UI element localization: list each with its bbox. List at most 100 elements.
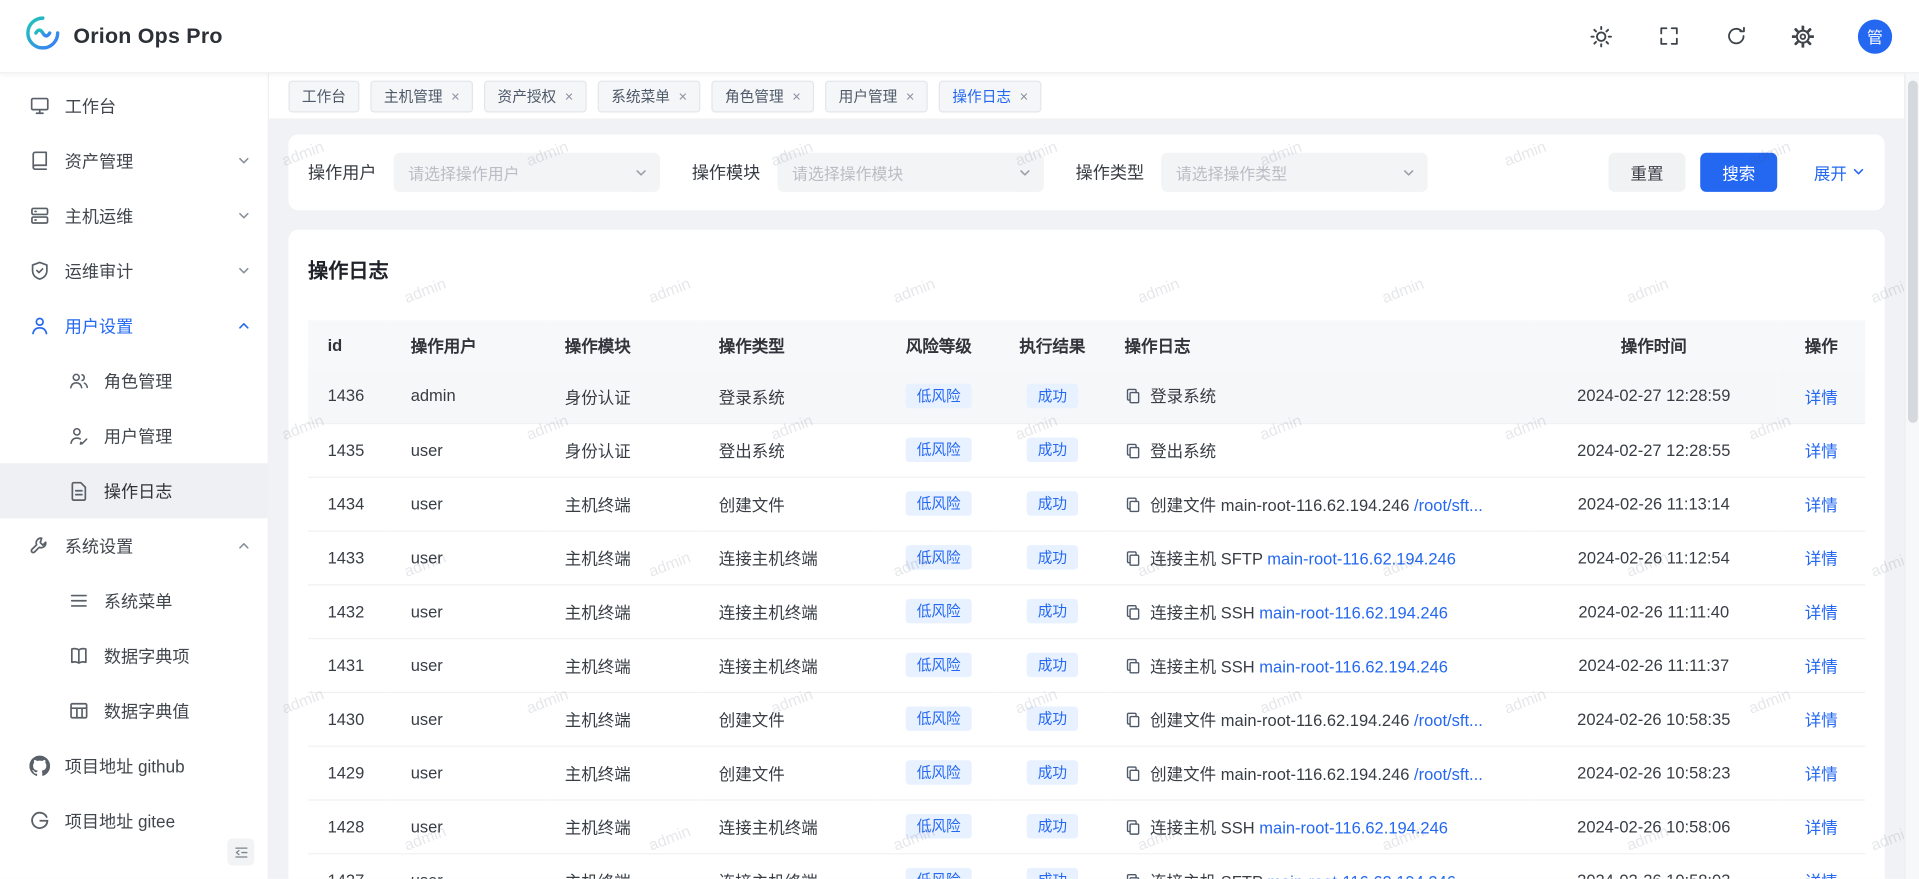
sidebar-item-asset-management[interactable]: 资产管理 — [0, 133, 268, 188]
sidebar-item-system-menu[interactable]: 系统菜单 — [0, 573, 268, 628]
sidebar-item-ops-audit[interactable]: 运维审计 — [0, 243, 268, 298]
user-avatar[interactable]: 管 — [1858, 19, 1892, 53]
tab-host-management[interactable]: 主机管理 × — [370, 80, 473, 112]
detail-link[interactable]: 详情 — [1805, 550, 1838, 568]
copy-icon[interactable] — [1125, 388, 1142, 409]
sidebar-item-dict-value[interactable]: 数据字典值 — [0, 683, 268, 738]
log-link[interactable]: main-root-116.62.194.246 — [1259, 657, 1448, 675]
menu-lines-icon — [68, 590, 89, 611]
fullscreen-icon[interactable] — [1656, 24, 1680, 48]
cell-user: admin — [391, 369, 545, 423]
chevron-up-icon — [237, 319, 250, 332]
main-content: 工作台 主机管理 × 资产授权 × 系统菜单 × 角色管理 × 用户管理 × — [269, 73, 1904, 878]
cell-log: 登出系统 — [1105, 423, 1530, 477]
tab-operation-log[interactable]: 操作日志 × — [939, 80, 1042, 112]
cell-user: user — [391, 584, 545, 638]
detail-link[interactable]: 详情 — [1805, 658, 1838, 676]
detail-link[interactable]: 详情 — [1805, 496, 1838, 514]
reset-button[interactable]: 重置 — [1609, 153, 1686, 192]
tab-label: 系统菜单 — [611, 86, 670, 107]
tab-role-management[interactable]: 角色管理 × — [712, 80, 815, 112]
tab-asset-authorization[interactable]: 资产授权 × — [484, 80, 587, 112]
tab-system-menu[interactable]: 系统菜单 × — [598, 80, 701, 112]
result-badge: 成功 — [1027, 653, 1078, 677]
detail-link[interactable]: 详情 — [1805, 819, 1838, 837]
column-header-time: 操作时间 — [1530, 320, 1777, 369]
cell-type: 连接主机终端 — [699, 853, 877, 879]
copy-icon[interactable] — [1125, 765, 1142, 786]
copy-icon[interactable] — [1125, 496, 1142, 517]
filter-bar: 操作用户 请选择操作用户 操作模块 请选择操作模块 操作类型 请选择操作类型 — [288, 134, 1884, 210]
sidebar-item-host-ops[interactable]: 主机运维 — [0, 188, 268, 243]
cell-time: 2024-02-27 12:28:55 — [1530, 423, 1777, 477]
header-actions: 管 — [1589, 19, 1892, 53]
table-row: 1436admin身份认证登录系统低风险成功登录系统2024-02-27 12:… — [308, 369, 1865, 423]
cell-time: 2024-02-26 10:58:23 — [1530, 746, 1777, 800]
copy-icon[interactable] — [1125, 442, 1142, 463]
tab-close-icon[interactable]: × — [1020, 89, 1029, 104]
chevron-down-icon — [237, 209, 250, 222]
app-logo[interactable]: Orion Ops Pro — [24, 15, 222, 58]
expand-label: 展开 — [1814, 160, 1847, 184]
log-link[interactable]: /root/sft... — [1414, 711, 1483, 729]
operation-module-select[interactable]: 请选择操作模块 — [777, 153, 1043, 192]
filter-group-module: 操作模块 请选择操作模块 — [692, 153, 1044, 192]
cell-time: 2024-02-26 11:11:40 — [1530, 584, 1777, 638]
detail-link[interactable]: 详情 — [1805, 873, 1838, 879]
cell-type: 连接主机终端 — [699, 584, 877, 638]
detail-link[interactable]: 详情 — [1805, 604, 1838, 622]
settings-gear-icon[interactable] — [1791, 24, 1815, 48]
tab-close-icon[interactable]: × — [906, 89, 915, 104]
filter-group-user: 操作用户 请选择操作用户 — [308, 153, 660, 192]
detail-link[interactable]: 详情 — [1805, 442, 1838, 460]
log-link[interactable]: main-root-116.62.194.246 — [1259, 603, 1448, 621]
detail-link[interactable]: 详情 — [1805, 765, 1838, 783]
scrollbar-thumb[interactable] — [1908, 81, 1918, 423]
tab-close-icon[interactable]: × — [678, 89, 687, 104]
operation-user-select[interactable]: 请选择操作用户 — [394, 153, 660, 192]
copy-icon[interactable] — [1125, 818, 1142, 839]
sidebar-item-dict-item[interactable]: 数据字典项 — [0, 628, 268, 683]
scrollbar-track[interactable] — [1904, 73, 1919, 878]
log-link[interactable]: /root/sft... — [1414, 496, 1483, 514]
log-link[interactable]: main-root-116.62.194.246 — [1267, 872, 1456, 879]
detail-link[interactable]: 详情 — [1805, 388, 1838, 406]
sidebar-item-user-settings[interactable]: 用户设置 — [0, 298, 268, 353]
tab-user-management[interactable]: 用户管理 × — [825, 80, 928, 112]
copy-icon[interactable] — [1125, 872, 1142, 879]
sidebar-item-label: 数据字典项 — [104, 644, 251, 668]
result-badge: 成功 — [1027, 383, 1078, 407]
tab-close-icon[interactable]: × — [451, 89, 460, 104]
sidebar-item-role-management[interactable]: 角色管理 — [0, 353, 268, 408]
log-link[interactable]: /root/sft... — [1414, 765, 1483, 783]
log-link[interactable]: main-root-116.62.194.246 — [1259, 818, 1448, 836]
tab-label: 主机管理 — [384, 86, 443, 107]
log-link[interactable]: main-root-116.62.194.246 — [1267, 549, 1456, 567]
gitee-icon — [29, 810, 50, 831]
tab-close-icon[interactable]: × — [565, 89, 574, 104]
expand-toggle[interactable]: 展开 — [1814, 160, 1865, 184]
table-header-row: id 操作用户 操作模块 操作类型 风险等级 执行结果 操作日志 操作时间 操作 — [308, 320, 1865, 369]
copy-icon[interactable] — [1125, 603, 1142, 624]
menu-collapse-icon[interactable] — [227, 838, 254, 865]
sidebar-item-system-settings[interactable]: 系统设置 — [0, 518, 268, 573]
detail-link[interactable]: 详情 — [1805, 711, 1838, 729]
cell-module: 主机终端 — [545, 746, 699, 800]
sidebar-item-user-management[interactable]: 用户管理 — [0, 408, 268, 463]
cell-type: 连接主机终端 — [699, 638, 877, 692]
copy-icon[interactable] — [1125, 711, 1142, 732]
github-icon — [29, 755, 50, 776]
refresh-icon[interactable] — [1723, 24, 1747, 48]
copy-icon[interactable] — [1125, 549, 1142, 570]
tab-close-icon[interactable]: × — [792, 89, 801, 104]
sidebar-item-operation-log[interactable]: 操作日志 — [0, 463, 268, 518]
search-button[interactable]: 搜索 — [1700, 153, 1777, 192]
sidebar-item-workbench[interactable]: 工作台 — [0, 78, 268, 133]
theme-toggle-icon[interactable] — [1589, 24, 1613, 48]
copy-icon[interactable] — [1125, 657, 1142, 678]
sidebar-item-github-link[interactable]: 项目地址 github — [0, 738, 268, 793]
result-badge: 成功 — [1027, 599, 1078, 623]
app-title: Orion Ops Pro — [73, 23, 222, 49]
tab-workbench[interactable]: 工作台 — [288, 80, 359, 112]
operation-type-select[interactable]: 请选择操作类型 — [1161, 153, 1427, 192]
